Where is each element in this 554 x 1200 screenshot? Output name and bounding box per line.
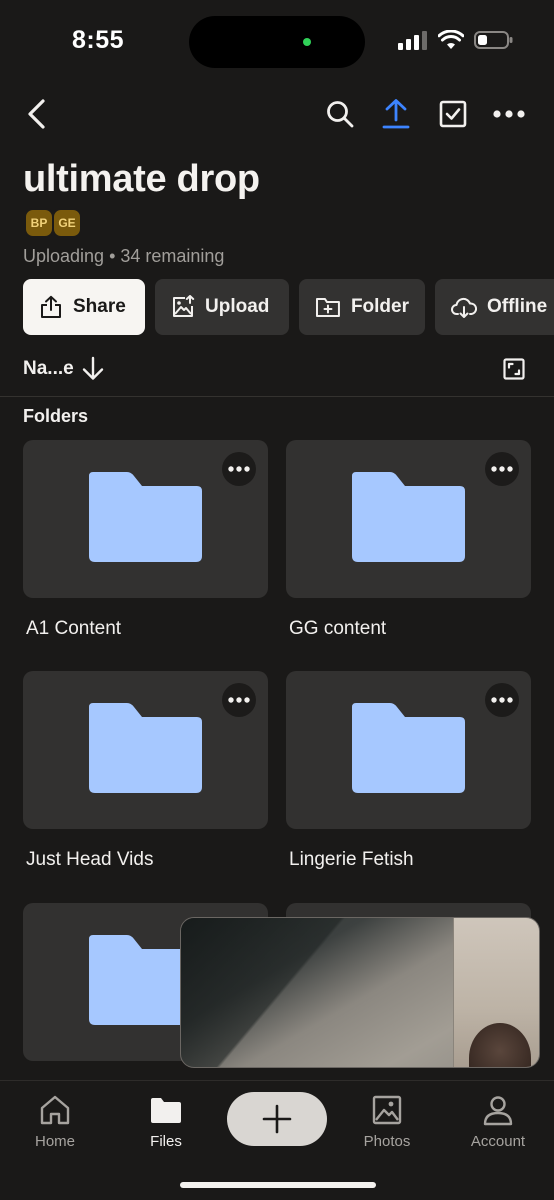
offline-button[interactable]: Offline <box>435 279 554 335</box>
grid-view-icon[interactable] <box>503 358 525 385</box>
folder-more-button[interactable] <box>222 452 256 486</box>
upload-status-text: Uploading • 34 remaining <box>23 246 225 266</box>
sort-row: Na...e <box>23 356 531 384</box>
upload-photo-icon <box>173 295 195 317</box>
member-avatars[interactable]: BP GE <box>24 208 82 238</box>
avatar[interactable]: GE <box>52 208 82 238</box>
folder-name: A1 Content <box>26 618 122 639</box>
share-button-label: Share <box>73 296 126 317</box>
folder-name: Just Head Vids <box>26 849 154 870</box>
status-icons <box>398 30 514 50</box>
folder-thumbnail[interactable] <box>23 440 268 598</box>
tab-account-label: Account <box>470 1133 526 1150</box>
folder-title: ultimate drop <box>23 158 260 200</box>
home-indicator[interactable] <box>180 1182 376 1188</box>
back-chevron-icon[interactable] <box>18 96 54 132</box>
tab-files-label: Files <box>150 1133 182 1150</box>
upload-button-label: Upload <box>205 296 270 317</box>
account-icon <box>483 1096 513 1126</box>
new-folder-button[interactable]: Folder <box>299 279 425 335</box>
wifi-icon <box>438 30 464 49</box>
new-folder-icon <box>315 298 340 317</box>
folder-icon <box>89 472 202 562</box>
folder-icon <box>352 472 465 562</box>
folder-name: GG content <box>289 618 387 639</box>
folder-thumbnail[interactable] <box>23 671 268 829</box>
upload-button[interactable]: Upload <box>155 279 289 335</box>
dynamic-island <box>189 16 365 68</box>
folder-icon <box>352 703 465 793</box>
more-horizontal-icon <box>228 466 250 472</box>
status-time: 8:55 <box>72 26 125 54</box>
more-horizontal-icon <box>491 697 513 703</box>
cellular-signal-icon <box>398 31 427 50</box>
plus-icon <box>262 1104 292 1134</box>
add-button[interactable] <box>227 1092 327 1146</box>
top-toolbar <box>0 88 554 140</box>
new-folder-button-label: Folder <box>350 296 409 317</box>
photos-icon <box>372 1095 402 1125</box>
folder-card[interactable]: Lingerie Fetish <box>286 671 531 871</box>
more-horizontal-icon <box>491 466 513 472</box>
sort-by-name-button[interactable]: Na...e <box>23 358 74 380</box>
privacy-indicator-dot <box>303 38 311 46</box>
battery-icon <box>474 31 513 49</box>
tab-photos-label: Photos <box>363 1133 411 1150</box>
folder-thumbnail[interactable] <box>286 440 531 598</box>
folder-name: Lingerie Fetish <box>289 849 414 870</box>
search-icon[interactable] <box>322 96 358 132</box>
folder-card[interactable]: A1 Content <box>23 440 268 640</box>
share-button[interactable]: Share <box>23 279 145 335</box>
files-folder-icon <box>151 1098 181 1123</box>
folder-card[interactable]: GG content <box>286 440 531 640</box>
select-checkbox-icon[interactable] <box>435 96 471 132</box>
tab-account[interactable]: Account <box>453 1093 543 1150</box>
pip-video-overlay[interactable] <box>180 917 540 1068</box>
tab-files[interactable]: Files <box>121 1093 211 1150</box>
upload-arrow-icon[interactable] <box>378 96 414 132</box>
avatar[interactable]: BP <box>24 208 54 238</box>
pip-self-view <box>453 918 539 1067</box>
offline-button-label: Offline <box>487 296 548 317</box>
folder-icon <box>89 703 202 793</box>
home-icon <box>40 1095 70 1125</box>
folder-more-button[interactable] <box>485 452 519 486</box>
tab-home[interactable]: Home <box>10 1093 100 1150</box>
folder-card[interactable]: Just Head Vids <box>23 671 268 871</box>
status-bar: 8:55 <box>0 0 554 84</box>
action-row: Share Upload Folder Offline <box>23 279 554 335</box>
more-horizontal-icon[interactable] <box>491 96 527 132</box>
folder-more-button[interactable] <box>485 683 519 717</box>
arrow-down-icon[interactable] <box>81 356 105 387</box>
offline-download-icon <box>451 297 477 318</box>
tab-home-label: Home <box>34 1133 75 1150</box>
tab-photos[interactable]: Photos <box>342 1093 432 1150</box>
share-icon <box>41 295 61 318</box>
more-horizontal-icon <box>228 697 250 703</box>
pip-person-head <box>469 1023 531 1067</box>
pip-video-frame <box>181 918 455 1067</box>
folder-more-button[interactable] <box>222 683 256 717</box>
folder-thumbnail[interactable] <box>286 671 531 829</box>
section-title-folders: Folders <box>23 406 89 426</box>
divider <box>0 396 554 397</box>
